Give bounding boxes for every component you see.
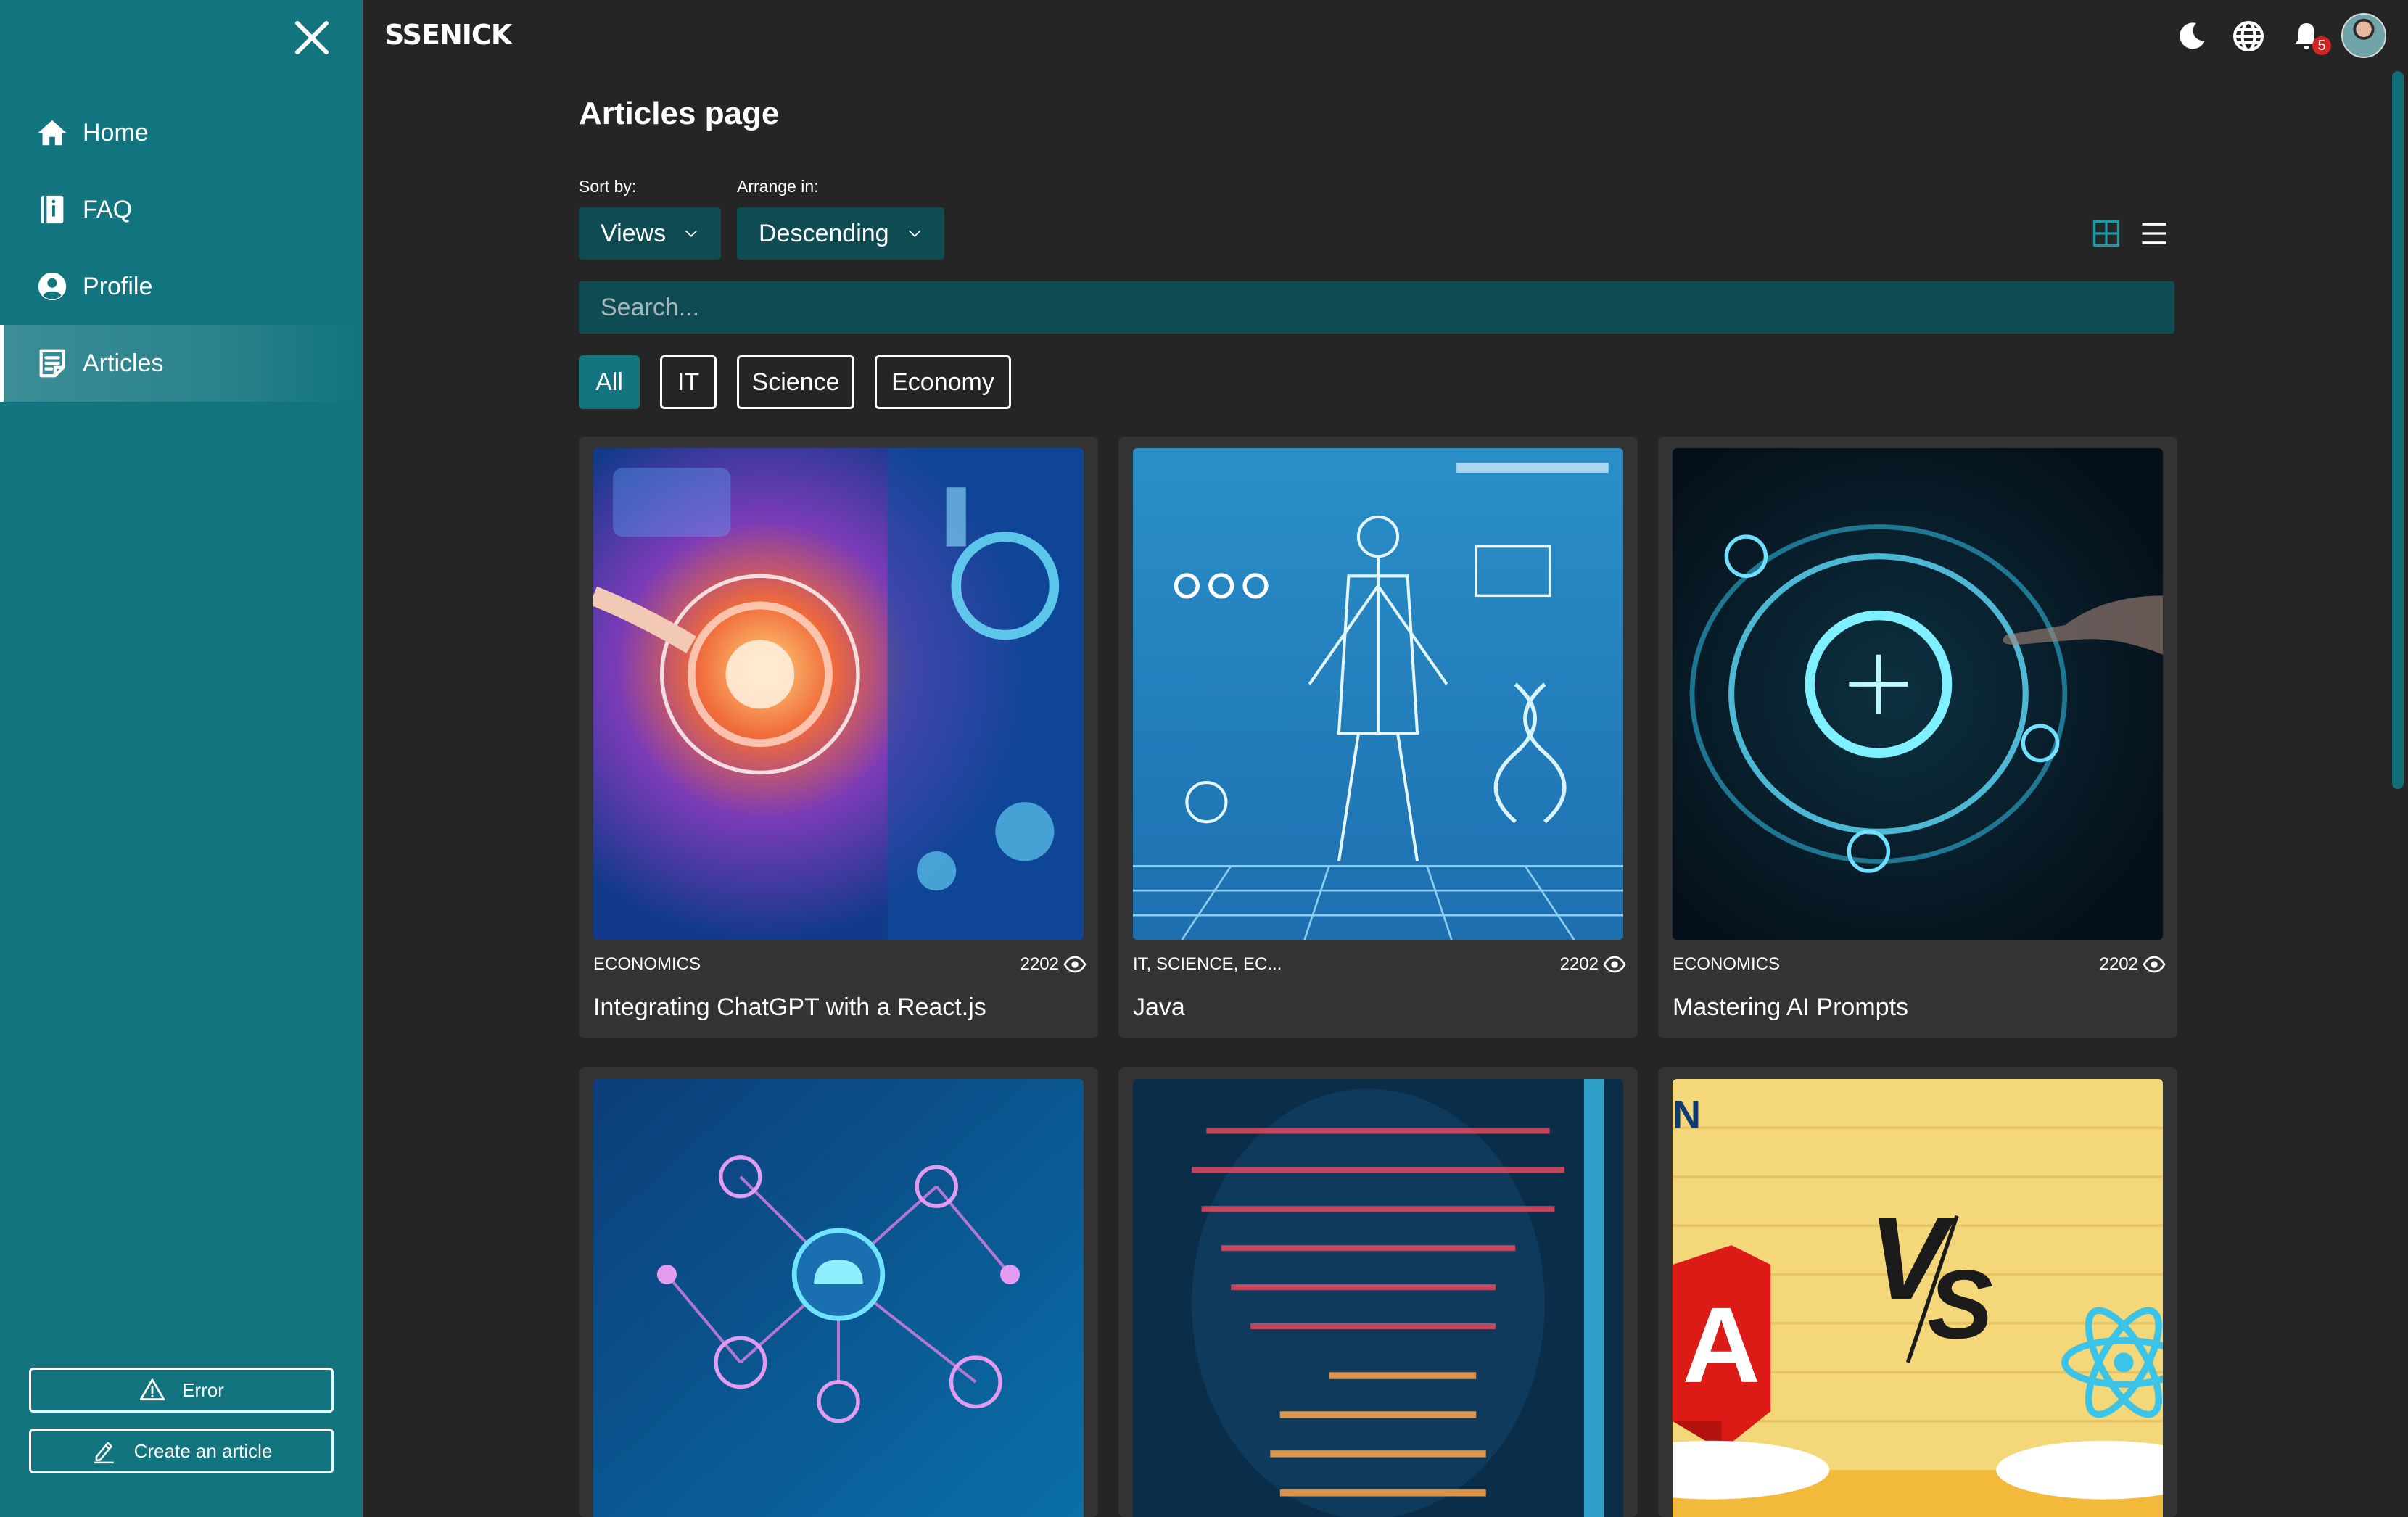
- language-button[interactable]: [2228, 16, 2269, 57]
- globe-icon: [2233, 21, 2264, 51]
- warning-icon: [139, 1378, 165, 1401]
- sort-value: Views: [601, 219, 667, 247]
- sidebar-item-label: FAQ: [83, 195, 133, 223]
- chevron-down-icon: [685, 230, 697, 237]
- views-count: 2202: [1020, 954, 1059, 974]
- article-types: IT, SCIENCE, EC...: [1133, 954, 1282, 974]
- article-image: [593, 448, 1084, 940]
- order-select[interactable]: Descending: [737, 207, 944, 260]
- error-button[interactable]: Error: [29, 1368, 334, 1413]
- create-article-button[interactable]: Create an article: [29, 1429, 334, 1473]
- list-icon: [2142, 223, 2166, 244]
- article-card[interactable]: A V S N: [1658, 1067, 2177, 1517]
- sort-select[interactable]: Views: [579, 207, 721, 260]
- article-views: 2202: [1560, 953, 1626, 976]
- article-title: Mastering AI Prompts: [1673, 993, 1909, 1021]
- sidebar-item-home[interactable]: Home: [0, 94, 363, 171]
- tab-it[interactable]: IT: [660, 355, 717, 409]
- order-value: Descending: [759, 219, 889, 247]
- grid-view-button[interactable]: [2090, 218, 2122, 249]
- article-types: ECONOMICS: [593, 954, 701, 974]
- eye-icon: [1063, 956, 1087, 973]
- pen-icon: [94, 1442, 114, 1464]
- sort-label: Sort by:: [579, 177, 637, 196]
- article-card[interactable]: ECONOMICS 2202 Mastering AI Prompts: [1658, 437, 2177, 1038]
- svg-text:N: N: [1673, 1093, 1701, 1136]
- sidebar-item-label: Home: [83, 118, 149, 146]
- article-image: [1133, 1079, 1623, 1517]
- search-input[interactable]: [579, 281, 2174, 334]
- article-views: 2202: [1020, 953, 1087, 976]
- article-card[interactable]: [1118, 1067, 1638, 1517]
- views-count: 2202: [1559, 954, 1599, 974]
- article-image: A V S N: [1673, 1079, 2163, 1517]
- tab-economy[interactable]: Economy: [875, 355, 1011, 409]
- avatar[interactable]: [2341, 13, 2386, 58]
- order-label: Arrange in:: [737, 177, 819, 196]
- tab-all[interactable]: All: [579, 355, 640, 409]
- error-button-label: Error: [182, 1378, 224, 1401]
- svg-text:S: S: [1928, 1249, 1993, 1359]
- sidebar-item-articles[interactable]: Articles: [0, 325, 363, 402]
- svg-text:A: A: [1683, 1286, 1760, 1405]
- theme-toggle-button[interactable]: [2172, 16, 2212, 57]
- app-logo[interactable]: SSENICK: [384, 19, 512, 51]
- faq-icon: [35, 192, 70, 227]
- scrollbar[interactable]: [2392, 71, 2404, 789]
- eye-icon: [1603, 956, 1626, 973]
- page-title: Articles page: [579, 96, 780, 131]
- moon-icon: [2180, 22, 2205, 49]
- article-card[interactable]: IT, SCIENCE, EC... 2202 Java: [1118, 437, 1638, 1038]
- chevron-down-icon: [908, 230, 920, 238]
- tab-science[interactable]: Science: [737, 355, 854, 409]
- article-title: Java: [1133, 993, 1185, 1021]
- close-sidebar-button[interactable]: [290, 16, 334, 59]
- profile-icon: [35, 269, 70, 304]
- eye-icon: [2143, 956, 2166, 973]
- sidebar: Home FAQ Profile Articles Error Create a…: [0, 0, 363, 1517]
- sidebar-item-label: Articles: [83, 349, 164, 377]
- articles-icon: [35, 346, 70, 381]
- sidebar-item-label: Profile: [83, 272, 153, 300]
- views-count: 2202: [2099, 954, 2138, 974]
- article-card[interactable]: ECONOMICS 2202 Integrating ChatGPT with …: [579, 437, 1098, 1038]
- article-card[interactable]: [579, 1067, 1098, 1517]
- article-image: [1673, 448, 2163, 940]
- article-title: Integrating ChatGPT with a React.js: [593, 993, 986, 1021]
- create-article-label: Create an article: [133, 1439, 273, 1462]
- list-view-button[interactable]: [2138, 218, 2170, 249]
- notifications-button[interactable]: 5: [2286, 16, 2331, 57]
- home-icon: [35, 115, 70, 150]
- article-image: [1133, 448, 1623, 940]
- article-image: [593, 1079, 1084, 1517]
- notification-count-badge: 5: [2312, 36, 2331, 55]
- grid-icon: [2092, 220, 2120, 247]
- close-icon: [295, 21, 329, 54]
- article-views: 2202: [2100, 953, 2166, 976]
- sidebar-item-faq[interactable]: FAQ: [0, 171, 363, 248]
- article-types: ECONOMICS: [1673, 954, 1781, 974]
- sidebar-item-profile[interactable]: Profile: [0, 248, 363, 325]
